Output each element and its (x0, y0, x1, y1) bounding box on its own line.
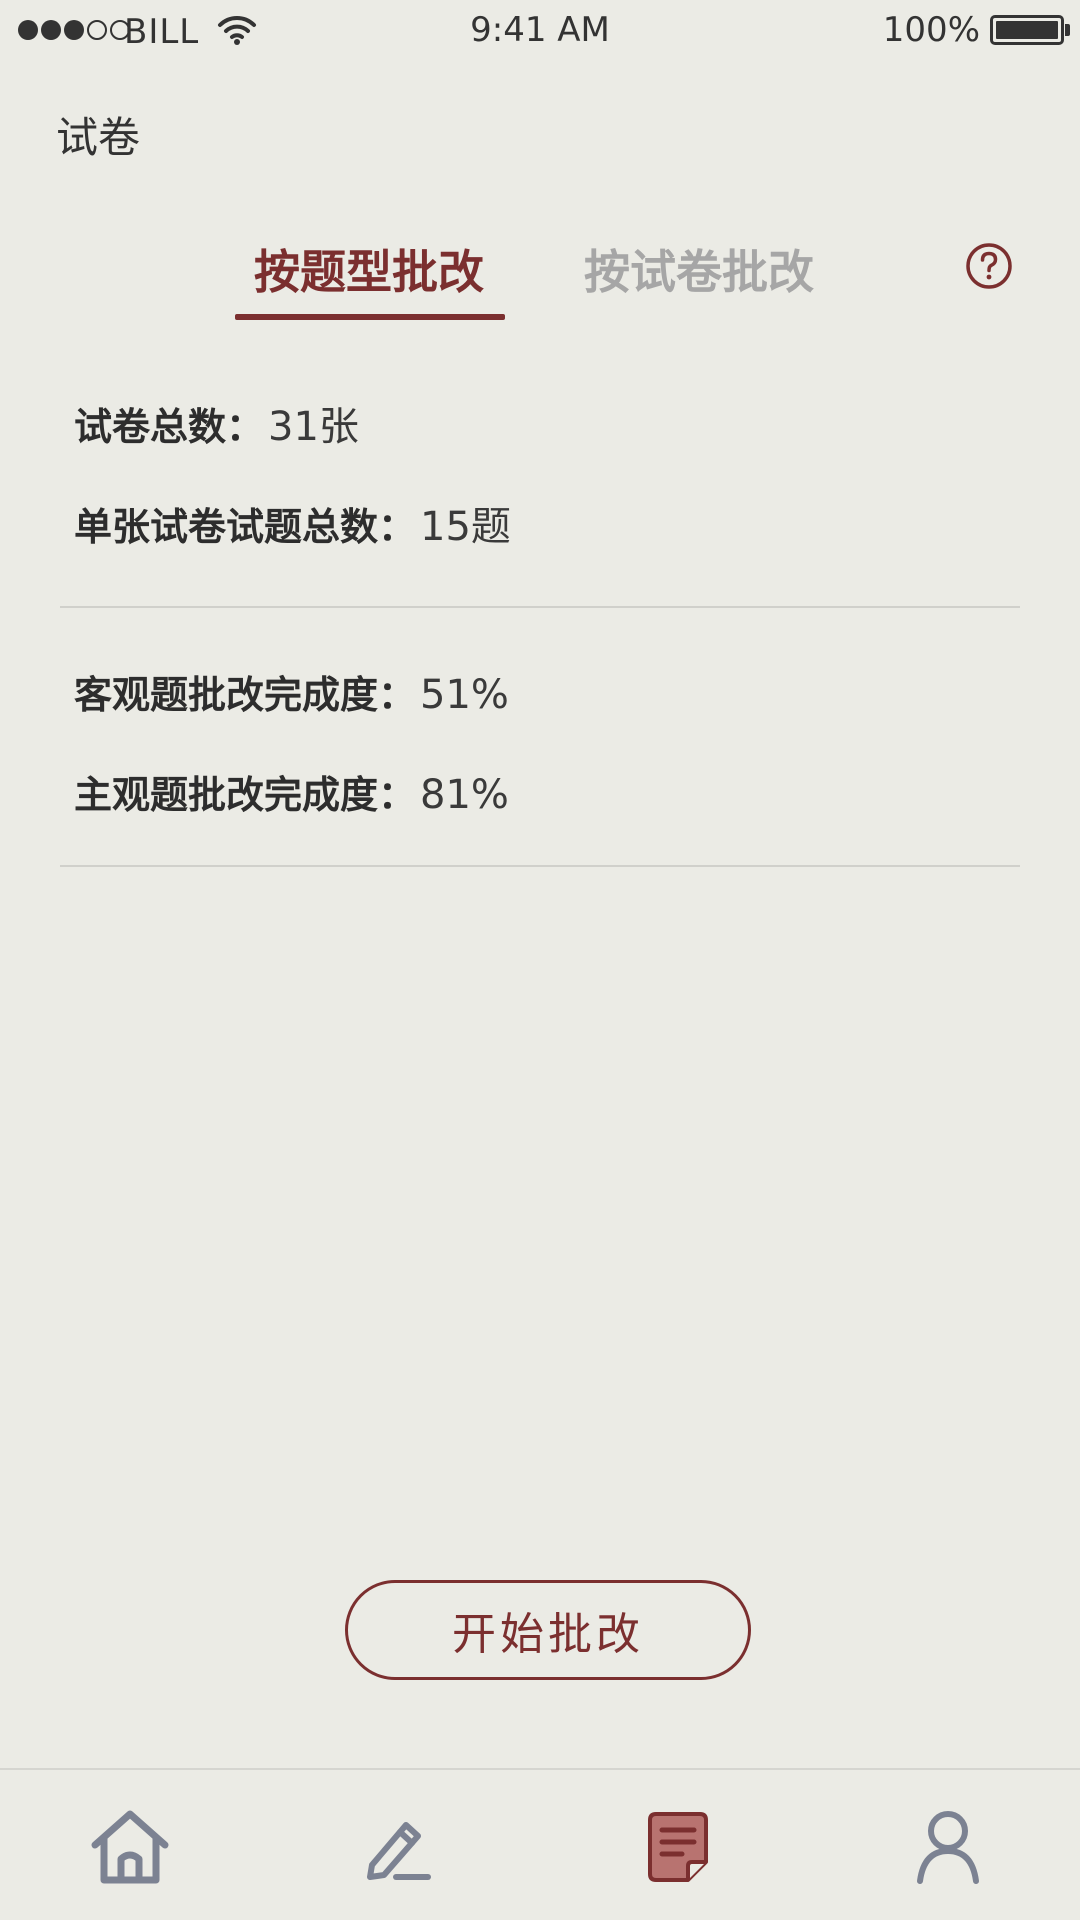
bottom-tab-bar (0, 1768, 1080, 1920)
tab-by-paper[interactable]: 按试卷批改 (584, 236, 814, 302)
help-icon[interactable] (965, 242, 1013, 290)
tab-by-question-type[interactable]: 按题型批改 (254, 236, 484, 302)
objective-progress-label: 客观题批改完成度： (74, 673, 417, 717)
nav-profile[interactable] (903, 1802, 993, 1892)
divider (60, 606, 1020, 608)
total-papers-label: 试卷总数： (74, 405, 265, 449)
subjective-progress-value: 81% (420, 772, 509, 818)
subjective-progress-row: 主观题批改完成度： 81% (74, 764, 509, 819)
questions-per-paper-row: 单张试卷试题总数： 15题 (74, 494, 511, 552)
questions-per-paper-label: 单张试卷试题总数： (74, 505, 417, 549)
profile-icon (917, 1811, 979, 1884)
nav-papers[interactable] (633, 1802, 723, 1892)
start-grading-button[interactable]: 开始批改 (345, 1580, 751, 1680)
divider (60, 865, 1020, 867)
battery-cap (1065, 24, 1070, 36)
nav-edit[interactable] (355, 1802, 445, 1892)
page-title: 试卷 (56, 113, 141, 162)
subjective-progress-label: 主观题批改完成度： (74, 773, 417, 817)
total-papers-row: 试卷总数： 31张 (74, 394, 359, 452)
edit-icon (367, 1822, 431, 1880)
questions-per-paper-value: 15题 (420, 504, 511, 550)
active-tab-indicator (235, 314, 505, 320)
objective-progress-row: 客观题批改完成度： 51% (74, 664, 509, 719)
battery-percentage: 100% (882, 10, 980, 50)
battery-icon (990, 15, 1064, 45)
status-bar: BILL 9:41 AM 100% (0, 0, 1080, 64)
nav-home[interactable] (85, 1802, 175, 1892)
home-icon (91, 1810, 169, 1884)
total-papers-value: 31张 (268, 404, 359, 450)
objective-progress-value: 51% (420, 672, 509, 718)
document-icon (648, 1812, 708, 1882)
